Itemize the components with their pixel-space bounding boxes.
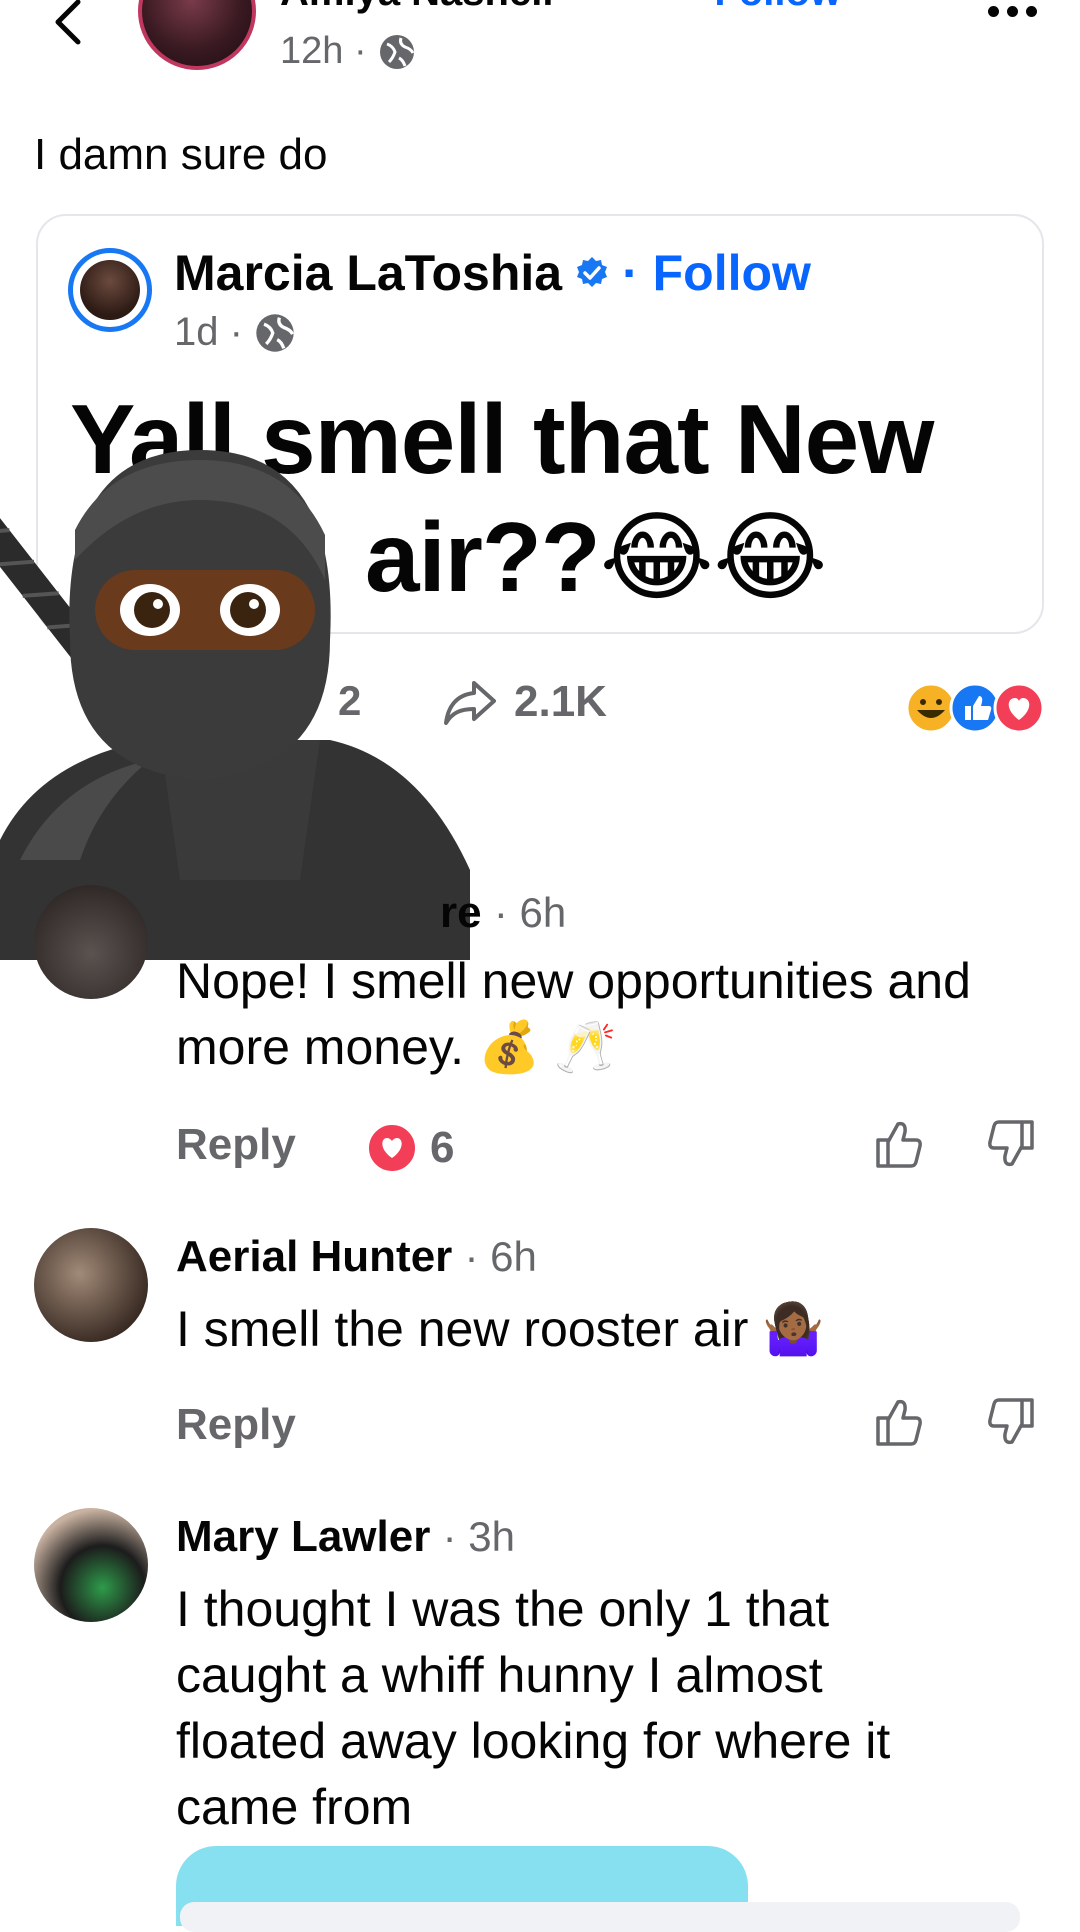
commenter-avatar[interactable] (34, 885, 148, 999)
verified-badge-icon (577, 257, 608, 287)
shared-author-avatar[interactable] (68, 248, 152, 332)
comment-input-bar[interactable] (180, 1902, 1020, 1932)
author-name[interactable]: Amiya Nashell (280, 0, 553, 15)
comment-text-line: more money. 💰 🥂 (176, 1019, 617, 1075)
comment-author: re · 6h (440, 888, 566, 938)
chevron-left-icon[interactable] (48, 0, 88, 50)
comment-body: Nope! I smell new opportunities and more… (176, 948, 971, 1080)
comment-text-line: I smell the new rooster air 🤷🏾‍♀️ (176, 1301, 825, 1357)
share-count: 2.1K (514, 677, 607, 726)
reactions-summary[interactable] (905, 682, 1047, 734)
comment-reactions[interactable]: 6 (366, 1122, 454, 1174)
haha-reaction-icon (905, 682, 957, 734)
comment-text-line: floated away looking for where it (176, 1713, 891, 1769)
comment-text-line: caught a whiff hunny I almost (176, 1647, 823, 1703)
shared-post-meta: 1d · (174, 310, 297, 355)
comment-text-line: Nope! I smell new opportunities and (176, 953, 971, 1009)
shared-follow-link[interactable]: · Follow (622, 244, 811, 302)
thumbs-up-icon[interactable] (872, 1396, 924, 1448)
comment-author-name[interactable]: Mary Lawler (176, 1512, 430, 1561)
comment-text-line: came from (176, 1779, 413, 1835)
author-avatar[interactable] (138, 0, 256, 70)
comment-time: · 6h (493, 889, 567, 936)
thumbs-down-icon[interactable] (986, 1396, 1038, 1448)
comment-author-name[interactable]: Aerial Hunter (176, 1232, 452, 1281)
more-dots-icon[interactable] (988, 6, 1037, 17)
love-reaction-icon (993, 682, 1045, 734)
shared-post-time: 1d · (174, 310, 243, 354)
comment-body: I smell the new rooster air 🤷🏾‍♀️ (176, 1296, 825, 1362)
comment-author-name[interactable]: re (440, 888, 482, 937)
love-reaction-icon (366, 1122, 418, 1174)
comment-author: Aerial Hunter · 6h (176, 1232, 537, 1282)
commenter-avatar[interactable] (34, 1508, 148, 1622)
globe-icon (379, 34, 414, 69)
comment-author: Mary Lawler · 3h (176, 1512, 515, 1562)
post-time: 12h · (280, 30, 367, 72)
reply-button[interactable]: Reply (176, 1400, 296, 1450)
comment-time: · 3h (442, 1513, 515, 1560)
commenter-avatar[interactable] (34, 1228, 148, 1342)
shared-author-header: Marcia LaToshia · Follow (174, 244, 811, 302)
comment-body: I thought I was the only 1 that caught a… (176, 1576, 890, 1840)
like-reaction-icon (949, 682, 1001, 734)
ninja-emoji-icon (0, 450, 470, 960)
shared-author-name[interactable]: Marcia LaToshia (174, 244, 562, 302)
thumbs-up-icon[interactable] (872, 1118, 924, 1170)
thumbs-down-icon[interactable] (986, 1118, 1038, 1170)
follow-link[interactable]: · Follow (690, 0, 841, 15)
globe-icon (256, 313, 295, 352)
post-meta: 12h · (280, 30, 417, 73)
post-text: I damn sure do (34, 130, 328, 179)
reply-button[interactable]: Reply (176, 1120, 296, 1170)
comment-time: · 6h (464, 1233, 537, 1280)
comment-text-line: I thought I was the only 1 that (176, 1581, 830, 1637)
comment-reaction-count: 6 (430, 1123, 455, 1172)
